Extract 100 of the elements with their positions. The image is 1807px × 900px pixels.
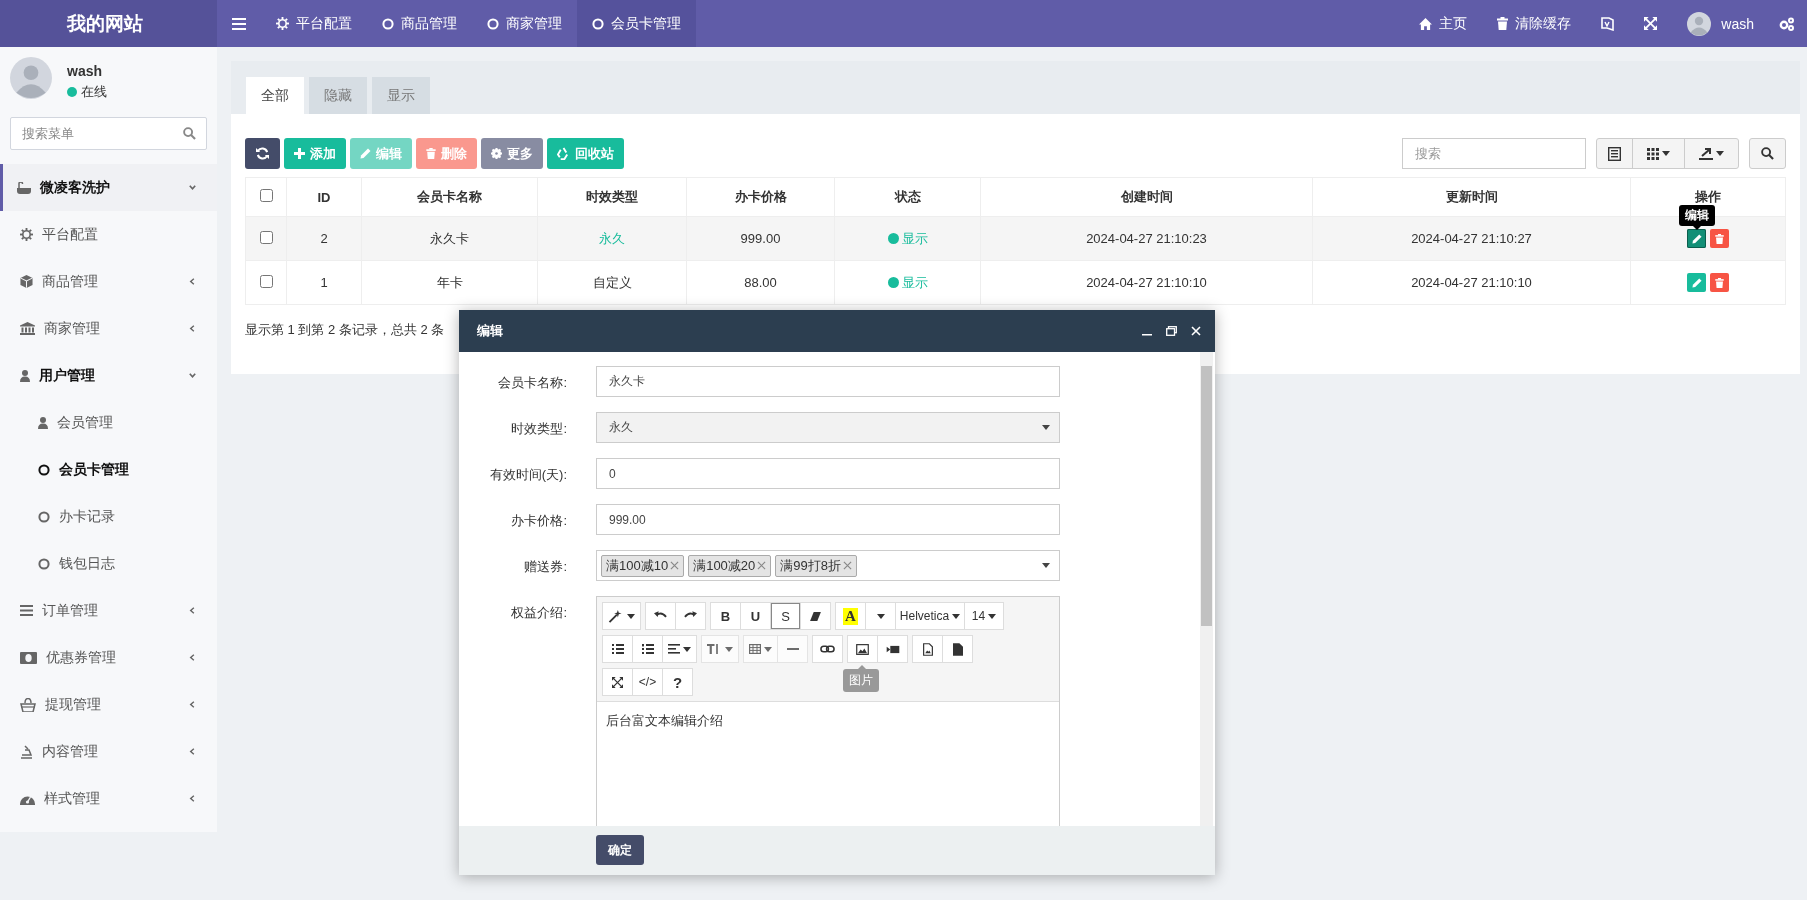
recycle-icon — [557, 147, 570, 160]
row-edit-button[interactable] — [1687, 229, 1706, 248]
table-cell: 年卡 — [361, 260, 538, 305]
redo-button[interactable] — [675, 602, 706, 630]
text-field[interactable]: 永久卡 — [596, 366, 1060, 397]
table-dropdown[interactable] — [743, 635, 778, 663]
filter-tab[interactable]: 全部 — [246, 77, 304, 114]
search-field[interactable]: 搜索 — [1402, 138, 1586, 169]
refresh-button[interactable] — [245, 138, 280, 169]
font-family-dropdown[interactable]: Helvetica — [895, 602, 965, 630]
numbered-list-button[interactable] — [632, 635, 663, 663]
file-button[interactable] — [942, 635, 973, 663]
refresh-icon — [256, 147, 269, 160]
menu-item[interactable]: 订单管理 — [0, 587, 217, 634]
fullscreen-button[interactable] — [602, 668, 633, 696]
chevron-down-icon — [188, 183, 197, 192]
filter-tab[interactable]: 显示 — [372, 77, 430, 114]
row-checkbox[interactable] — [259, 274, 273, 288]
select-all-checkbox[interactable] — [259, 189, 273, 202]
column-header: 办卡价格 — [686, 177, 835, 217]
close-icon[interactable] — [1191, 326, 1201, 336]
menu-item[interactable]: 会员卡管理 — [0, 446, 217, 493]
menu-item[interactable]: 会员管理 — [0, 399, 217, 446]
clear-cache-link[interactable]: 清除缓存 — [1482, 0, 1587, 47]
nav-tab[interactable]: 商品管理 — [367, 0, 472, 47]
menu-icon[interactable] — [232, 17, 246, 30]
circle-icon — [382, 17, 394, 30]
confirm-button[interactable]: 确定 — [596, 835, 644, 865]
text-field[interactable]: 999.00 — [596, 504, 1060, 535]
remove-icon[interactable] — [670, 561, 680, 570]
eraser-button[interactable] — [800, 602, 831, 630]
align-dropdown[interactable] — [662, 635, 697, 663]
line-height-dropdown[interactable] — [701, 635, 739, 663]
fullscreen-icon[interactable] — [1644, 17, 1658, 30]
tag-select-field[interactable]: 满100减10 满100减20 满99打8折 — [596, 550, 1060, 581]
horizontal-rule-button[interactable] — [777, 635, 808, 663]
select-field[interactable]: 永久 — [596, 412, 1060, 443]
column-header: ID — [286, 177, 362, 217]
user-name[interactable]: wash — [1721, 15, 1754, 32]
coupon-tag[interactable]: 满99打8折 — [775, 554, 857, 577]
table-view-icon[interactable] — [1608, 146, 1621, 161]
settings-icon[interactable] — [1779, 16, 1795, 31]
scrollbar[interactable] — [1200, 352, 1213, 826]
remove-icon[interactable] — [843, 561, 852, 570]
grid-icon[interactable] — [1647, 147, 1659, 160]
table-cell: 2024-04-27 21:10:23 — [980, 216, 1313, 261]
menu-item[interactable]: 优惠券管理 — [0, 634, 217, 681]
chevron-left-icon — [188, 277, 197, 286]
magic-wand-button[interactable] — [602, 602, 641, 630]
coupon-tag[interactable]: 满100减20 — [688, 554, 772, 577]
text-color-button[interactable]: A — [835, 602, 866, 630]
search-icon[interactable] — [183, 127, 196, 140]
table-icon — [749, 644, 761, 654]
menu-item[interactable]: 商家管理 — [0, 305, 217, 352]
image-file-button[interactable] — [912, 635, 943, 663]
menu-item[interactable]: 钱包日志 — [0, 540, 217, 587]
bullet-list-button[interactable] — [602, 635, 633, 663]
menu-item[interactable]: 商品管理 — [0, 258, 217, 305]
link-icon — [820, 645, 835, 653]
strikethrough-button[interactable]: S — [770, 602, 801, 630]
link-button[interactable] — [812, 635, 843, 663]
home-link[interactable]: 主页 — [1404, 0, 1483, 47]
export-icon[interactable] — [1699, 147, 1713, 160]
remove-icon[interactable] — [757, 561, 767, 570]
color-dropdown-button[interactable] — [865, 602, 896, 630]
user-icon — [38, 416, 48, 429]
undo-button[interactable] — [645, 602, 676, 630]
underline-button[interactable]: U — [740, 602, 771, 630]
row-delete-button[interactable] — [1710, 273, 1729, 292]
bold-button[interactable]: B — [710, 602, 741, 630]
trash-icon — [426, 148, 436, 159]
code-view-button[interactable]: </> — [632, 668, 663, 696]
coupon-tag[interactable]: 满100减10 — [601, 554, 685, 577]
maximize-icon[interactable] — [1166, 326, 1177, 336]
field-label: 有效时间(天): — [488, 466, 567, 484]
search-button[interactable] — [1749, 138, 1786, 169]
image-button[interactable] — [847, 635, 878, 663]
menu-item[interactable]: 用户管理 — [0, 352, 217, 399]
pagination-summary: 显示第 1 到第 2 条记录，总共 2 条 — [245, 322, 445, 337]
menu-item[interactable]: 内容管理 — [0, 728, 217, 775]
nav-tab[interactable]: 会员卡管理 — [577, 0, 696, 47]
book-icon[interactable] — [1601, 16, 1615, 31]
menu-item[interactable]: 提现管理 — [0, 681, 217, 728]
video-button[interactable] — [877, 635, 908, 663]
row-delete-button[interactable] — [1710, 229, 1729, 248]
caret-icon — [988, 613, 997, 619]
menu-item[interactable]: 样式管理 — [0, 775, 217, 822]
file-icon — [952, 642, 963, 656]
menu-search-field[interactable]: 搜索菜单 — [10, 117, 207, 150]
row-checkbox[interactable] — [259, 230, 273, 244]
menu-item[interactable]: 平台配置 — [0, 211, 217, 258]
filter-tab[interactable]: 隐藏 — [309, 77, 367, 114]
nav-tab[interactable]: 商家管理 — [472, 0, 577, 47]
menu-item[interactable]: 微凌客洗护 — [0, 164, 217, 211]
text-field[interactable]: 0 — [596, 458, 1060, 489]
nav-tab[interactable]: 平台配置 — [261, 0, 367, 47]
help-button[interactable]: ? — [662, 668, 693, 696]
menu-item[interactable]: 办卡记录 — [0, 493, 217, 540]
image-file-icon — [922, 642, 933, 656]
font-size-dropdown[interactable]: 14 — [964, 602, 1004, 630]
